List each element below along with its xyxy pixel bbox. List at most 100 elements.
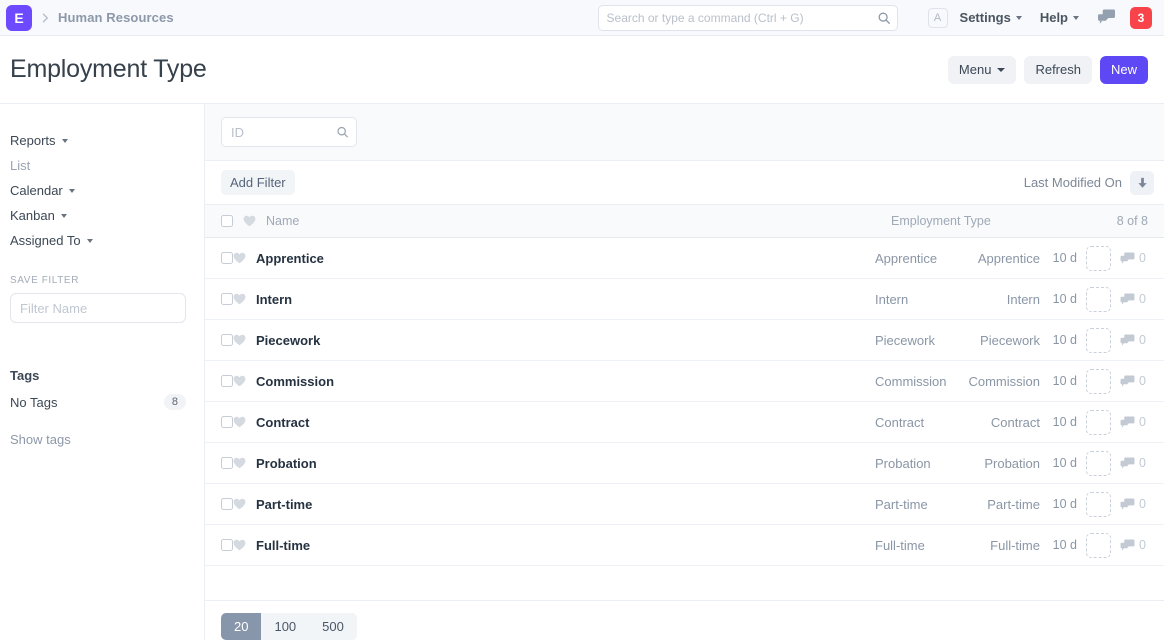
- chat-icon[interactable]: [1097, 9, 1116, 26]
- page-size-option[interactable]: 100: [261, 613, 310, 640]
- page-size-option[interactable]: 20: [221, 613, 262, 640]
- tag-item-label: No Tags: [10, 394, 58, 410]
- row-checkbox[interactable]: [221, 457, 233, 469]
- table-row[interactable]: Apprentice Apprentice Apprentice 10 d 0: [205, 238, 1164, 279]
- row-comment-count[interactable]: 0: [1120, 415, 1148, 429]
- row-last-modified: 10 d: [1052, 251, 1077, 265]
- row-name-link[interactable]: Commission: [256, 374, 334, 389]
- heart-icon[interactable]: [233, 416, 246, 428]
- row-comment-count[interactable]: 0: [1120, 292, 1148, 306]
- row-comment-count[interactable]: 0: [1120, 497, 1148, 511]
- heart-icon[interactable]: [233, 539, 246, 551]
- menu-button[interactable]: Menu: [947, 55, 1017, 84]
- page-size-group: 20 100 500: [221, 613, 357, 640]
- sidebar-item-kanban[interactable]: Kanban: [10, 203, 204, 228]
- row-comment-count[interactable]: 0: [1120, 374, 1148, 388]
- sidebar-item-list[interactable]: List: [10, 153, 204, 178]
- row-name-link[interactable]: Part-time: [256, 497, 312, 512]
- heart-icon[interactable]: [233, 293, 246, 305]
- page-size-option[interactable]: 500: [309, 613, 357, 640]
- chevron-down-icon: [86, 238, 93, 243]
- row-name-link[interactable]: Intern: [256, 292, 292, 307]
- row-assignee-placeholder[interactable]: [1086, 409, 1111, 435]
- row-name-link[interactable]: Piecework: [256, 333, 320, 348]
- new-button[interactable]: New: [1099, 55, 1148, 84]
- row-employment-type: Contract: [875, 414, 925, 430]
- table-row[interactable]: Part-time Part-time Part-time 10 d 0: [205, 484, 1164, 525]
- breadcrumb[interactable]: Human Resources: [58, 10, 174, 25]
- avatar[interactable]: A: [927, 7, 948, 28]
- tag-item-count: 8: [163, 394, 186, 410]
- row-employment-type-right: Piecework: [980, 332, 1040, 348]
- column-header-name[interactable]: Name: [266, 214, 299, 228]
- global-search: [597, 4, 898, 31]
- table-row[interactable]: Full-time Full-time Full-time 10 d 0: [205, 525, 1164, 566]
- chevron-down-icon: [997, 67, 1006, 72]
- row-name-link[interactable]: Apprentice: [256, 251, 324, 266]
- sort-field-label[interactable]: Last Modified On: [1024, 175, 1122, 190]
- row-meta: Part-time 10 d 0: [987, 491, 1148, 517]
- row-assignee-placeholder[interactable]: [1086, 245, 1111, 271]
- table-row[interactable]: Commission Commission Commission 10 d 0: [205, 361, 1164, 402]
- sidebar-item-assigned-to[interactable]: Assigned To: [10, 228, 204, 253]
- row-checkbox[interactable]: [221, 375, 233, 387]
- chevron-down-icon: [1073, 15, 1079, 20]
- row-name-link[interactable]: Probation: [256, 456, 317, 471]
- row-assignee-placeholder[interactable]: [1086, 450, 1111, 476]
- row-comment-count[interactable]: 0: [1120, 456, 1148, 470]
- sidebar-item-reports[interactable]: Reports: [10, 128, 204, 153]
- list-count: 8 of 8: [1116, 214, 1148, 228]
- row-comment-count[interactable]: 0: [1120, 538, 1148, 552]
- heart-icon[interactable]: [233, 498, 246, 510]
- row-checkbox[interactable]: [221, 539, 233, 551]
- heart-icon: [243, 215, 256, 227]
- settings-menu[interactable]: Settings: [960, 10, 1022, 25]
- tag-item-no-tags[interactable]: No Tags 8: [10, 391, 186, 413]
- search-input[interactable]: [597, 4, 898, 31]
- list-empty-filler: [205, 566, 1164, 601]
- page-title: Employment Type: [10, 55, 207, 83]
- table-row[interactable]: Piecework Piecework Piecework 10 d 0: [205, 320, 1164, 361]
- sidebar: Reports List Calendar Kanban Assigned To…: [0, 104, 204, 640]
- show-tags-link[interactable]: Show tags: [10, 432, 204, 447]
- row-meta: Intern 10 d 0: [1007, 286, 1148, 312]
- row-name-link[interactable]: Contract: [256, 415, 309, 430]
- row-checkbox[interactable]: [221, 334, 233, 346]
- add-filter-button[interactable]: Add Filter: [221, 170, 295, 195]
- row-comment-count[interactable]: 0: [1120, 251, 1148, 265]
- row-assignee-placeholder[interactable]: [1086, 532, 1111, 558]
- row-assignee-placeholder[interactable]: [1086, 368, 1111, 394]
- heart-icon[interactable]: [233, 457, 246, 469]
- column-header-employment-type[interactable]: Employment Type: [891, 214, 991, 228]
- row-checkbox[interactable]: [221, 498, 233, 510]
- notification-badge[interactable]: 3: [1130, 6, 1152, 29]
- row-comment-count-value: 0: [1139, 333, 1146, 347]
- row-employment-type-right: Contract: [990, 414, 1040, 430]
- row-employment-type: Full-time: [875, 537, 925, 553]
- heart-icon[interactable]: [233, 252, 246, 264]
- heart-icon[interactable]: [233, 334, 246, 346]
- row-comment-count[interactable]: 0: [1120, 333, 1148, 347]
- row-name-link[interactable]: Full-time: [256, 538, 310, 553]
- select-all-checkbox[interactable]: [221, 215, 233, 227]
- heart-icon[interactable]: [233, 375, 246, 387]
- help-label: Help: [1039, 10, 1068, 25]
- chevron-down-icon: [60, 213, 67, 218]
- row-assignee-placeholder[interactable]: [1086, 286, 1111, 312]
- sort-direction-button[interactable]: [1130, 170, 1154, 195]
- sidebar-item-calendar[interactable]: Calendar: [10, 178, 204, 203]
- table-row[interactable]: Contract Contract Contract 10 d 0: [205, 402, 1164, 443]
- table-row[interactable]: Intern Intern Intern 10 d 0: [205, 279, 1164, 320]
- row-assignee-placeholder[interactable]: [1086, 327, 1111, 353]
- table-row[interactable]: Probation Probation Probation 10 d 0: [205, 443, 1164, 484]
- row-comment-count-value: 0: [1139, 251, 1146, 265]
- row-comment-count-value: 0: [1139, 415, 1146, 429]
- row-checkbox[interactable]: [221, 293, 233, 305]
- row-checkbox[interactable]: [221, 252, 233, 264]
- row-assignee-placeholder[interactable]: [1086, 491, 1111, 517]
- filter-name-input[interactable]: [10, 293, 186, 323]
- help-menu[interactable]: Help: [1040, 10, 1079, 25]
- row-checkbox[interactable]: [221, 416, 233, 428]
- app-logo[interactable]: E: [6, 4, 32, 31]
- refresh-button[interactable]: Refresh: [1024, 55, 1092, 84]
